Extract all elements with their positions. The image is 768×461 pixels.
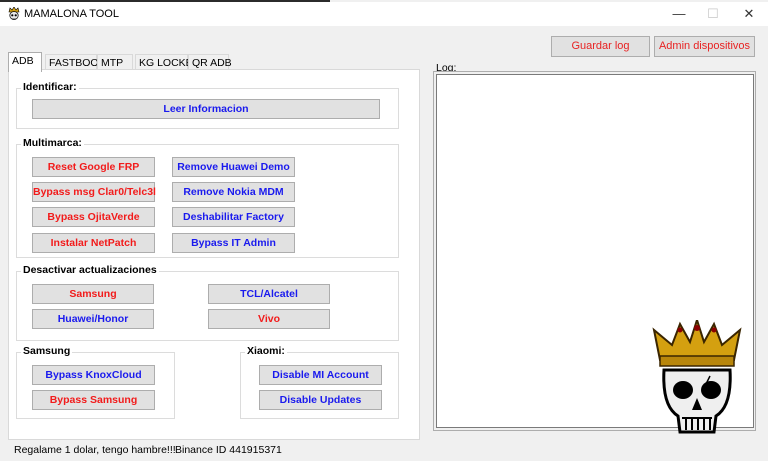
save-log-button[interactable]: Guardar log: [551, 36, 650, 57]
disable-updates-tcl-alcatel-button[interactable]: TCL/Alcatel: [208, 284, 330, 304]
donate-message: Regalame 1 dolar, tengo hambre!!!: [14, 444, 176, 456]
disable-updates-vivo-button[interactable]: Vivo: [208, 309, 330, 329]
desactivar-actualizaciones-group: Desactivar actualizaciones Samsung TCL/A…: [16, 264, 399, 341]
bypass-samsung-button[interactable]: Bypass Samsung: [32, 390, 155, 410]
disable-updates-huawei-honor-button[interactable]: Huawei/Honor: [32, 309, 154, 329]
identificar-label: Identificar:: [21, 81, 79, 93]
bypass-knoxcloud-button[interactable]: Bypass KnoxCloud: [32, 365, 155, 385]
multimarca-label: Multimarca:: [21, 137, 84, 149]
xiaomi-label: Xiaomi:: [245, 345, 287, 357]
xiaomi-disable-updates-button[interactable]: Disable Updates: [259, 390, 382, 410]
multimarca-group: Multimarca: Reset Google FRP Remove Huaw…: [16, 137, 399, 258]
samsung-group: Samsung Bypass KnoxCloud Bypass Samsung: [16, 345, 175, 419]
instalar-netpatch-button[interactable]: Instalar NetPatch: [32, 233, 155, 253]
bypass-it-admin-button[interactable]: Bypass IT Admin: [172, 233, 295, 253]
remove-nokia-mdm-button[interactable]: Remove Nokia MDM: [172, 182, 295, 202]
bypass-ojitaverde-button[interactable]: Bypass OjitaVerde: [32, 207, 155, 227]
disable-mi-account-button[interactable]: Disable MI Account: [259, 365, 382, 385]
bypass-msg-button[interactable]: Bypass msg Clar0/Telc3l: [32, 182, 156, 202]
xiaomi-group: Xiaomi: Disable MI Account Disable Updat…: [240, 345, 399, 419]
adb-tab-panel: Identificar: Leer Informacion Multimarca…: [8, 69, 420, 440]
identificar-group: Identificar: Leer Informacion: [16, 81, 399, 129]
disable-updates-samsung-button[interactable]: Samsung: [32, 284, 154, 304]
binance-id: Binance ID 441915371: [175, 444, 282, 456]
skull-crown-logo: [652, 320, 742, 434]
admin-devices-button[interactable]: Admin dispositivos: [654, 36, 755, 57]
remove-huawei-demo-button[interactable]: Remove Huawei Demo: [172, 157, 295, 177]
reset-google-frp-button[interactable]: Reset Google FRP: [32, 157, 155, 177]
deshabilitar-factory-button[interactable]: Deshabilitar Factory: [172, 207, 295, 227]
desactivar-actualizaciones-label: Desactivar actualizaciones: [21, 264, 159, 276]
samsung-label: Samsung: [21, 345, 73, 357]
tab-adb[interactable]: ADB: [8, 52, 42, 72]
read-info-button[interactable]: Leer Informacion: [32, 99, 380, 119]
